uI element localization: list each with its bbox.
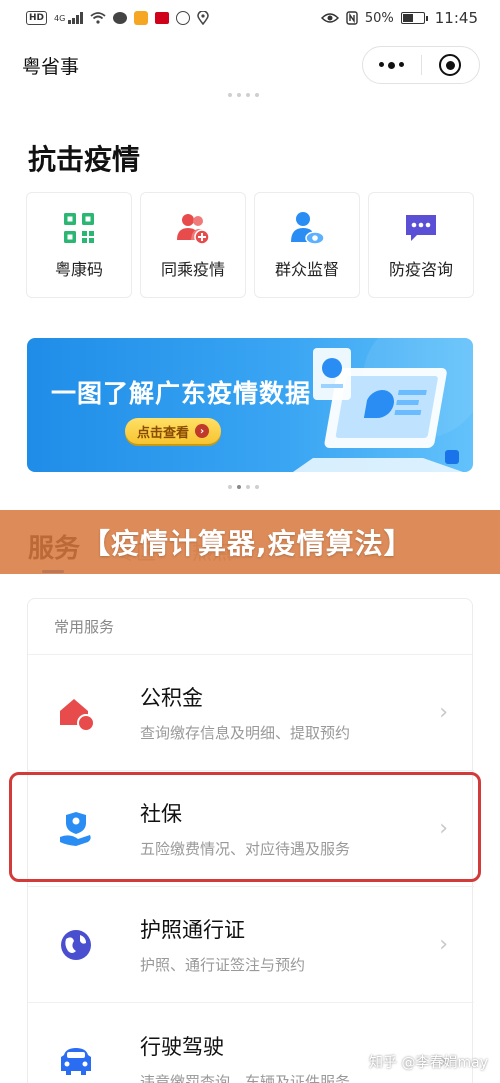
epidemic-grid: 粤康码 同乘疫情 群众监督 防疫咨询 [26,192,474,298]
pager-dot [255,485,259,489]
house-icon [54,691,98,735]
more-button[interactable] [363,47,421,83]
service-housing-fund[interactable]: 公积金 查询缴存信息及明细、提取预约 › [28,655,474,771]
chat-bubble-icon [406,215,436,241]
globe-icon [54,923,98,967]
arrow-right-icon: › [195,424,210,438]
tile-same-ride[interactable]: 同乘疫情 [140,192,246,298]
hd-icon: HD [26,11,48,25]
service-name: 公积金 [140,686,203,710]
service-desc: 违章缴罚查询、车辆及证件服务 [140,1072,351,1083]
nav-bar: 粤省事 [0,36,500,94]
banner-button-label: 点击查看 [137,425,190,441]
more-dots-icon [379,61,405,69]
app-icon [154,12,169,24]
pager-dot [228,485,232,489]
service-name: 社保 [140,802,182,826]
status-bar: HD 4G 50% 11:45 [0,0,500,36]
service-passport-permit[interactable]: 护照通行证 护照、通行证签注与预约 › [28,887,474,1003]
eye-icon [320,13,339,23]
tile-label: 同乘疫情 [160,260,225,279]
banner-view-button[interactable]: 点击查看 › [125,418,222,444]
nfc-icon [175,11,190,25]
service-desc: 查询缴存信息及明细、提取预约 [140,724,351,742]
battery-icon [400,12,428,24]
battery-percent: 50% [364,10,394,26]
banner-title: 一图了解广东疫情数据 [51,379,312,408]
status-right: 50% 11:45 [320,9,478,27]
location-icon [197,11,209,25]
banner-pager [228,485,259,489]
card-header: 常用服务 [28,599,472,655]
chevron-right-icon: › [439,700,448,725]
article-title-overlay: 【疫情计算器,疫情算法】 [0,510,500,574]
status-left: HD 4G [26,11,209,25]
pager-dot [246,485,250,489]
wifi-icon [90,12,106,24]
person-eye-icon [291,212,325,245]
section-title: 抗击疫情 [28,143,141,176]
service-name: 护照通行证 [140,918,245,942]
tile-health-code[interactable]: 粤康码 [26,192,132,298]
nfc-n-icon [346,11,358,25]
service-text: 护照通行证 护照、通行证签注与预约 [140,914,439,975]
service-text: 公积金 查询缴存信息及明细、提取预约 [140,682,439,743]
clock: 11:45 [434,9,478,27]
tile-epidemic-consult[interactable]: 防疫咨询 [368,192,474,298]
tile-label: 粤康码 [54,260,103,279]
top-pager [228,93,259,97]
epidemic-data-banner[interactable]: 一图了解广东疫情数据 点击查看 › [27,338,473,472]
pager-dot-active [237,485,241,489]
app-title: 粤省事 [22,55,80,78]
qr-code-icon [64,213,94,243]
service-desc: 护照、通行证签注与预约 [140,956,306,974]
signal-icon [68,12,83,24]
chevron-right-icon: › [439,816,448,841]
target-icon [439,54,462,76]
tile-label: 群众监督 [274,260,339,279]
shield-icon [133,11,148,25]
tile-label: 防疫咨询 [388,260,453,279]
car-icon [54,1039,98,1083]
message-icon [112,12,127,24]
source-watermark: 知乎 @李春娟may [369,1055,488,1071]
chevron-right-icon: › [439,932,448,957]
tile-public-supervision[interactable]: 群众监督 [254,192,360,298]
service-desc: 五险缴费情况、对应待遇及服务 [140,840,351,858]
common-services-card: 常用服务 公积金 查询缴存信息及明细、提取预约 › 社保 五险缴费情况、对应待遇… [27,598,474,1083]
overlay-title: 【疫情计算器,疫情算法】 [82,527,413,560]
hand-person-icon [54,807,98,851]
service-social-security[interactable]: 社保 五险缴费情况、对应待遇及服务 › [28,771,474,887]
close-button[interactable] [422,47,480,83]
network-type: 4G [54,13,66,23]
people-plus-icon [177,214,210,245]
mini-program-capsule [362,46,480,84]
service-text: 社保 五险缴费情况、对应待遇及服务 [140,798,439,859]
